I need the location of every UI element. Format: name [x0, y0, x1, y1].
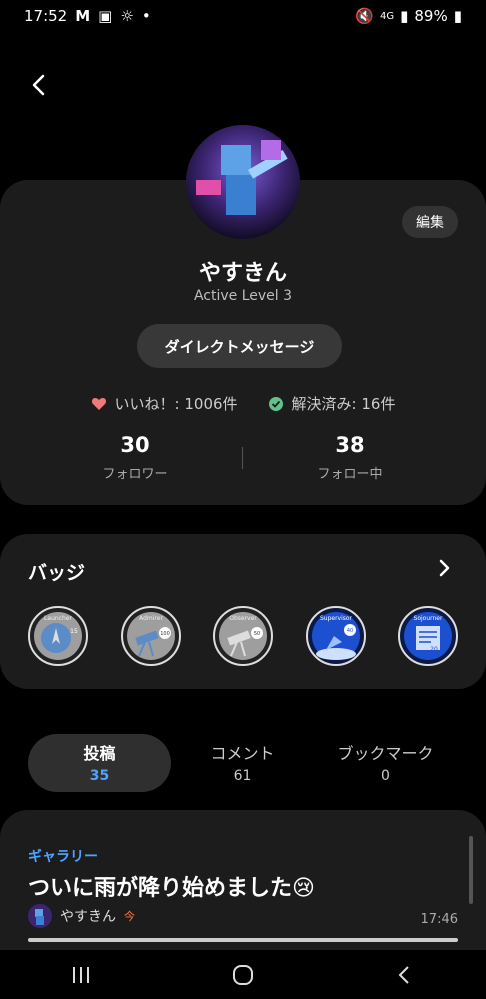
- profile-level: Active Level 3: [193, 288, 293, 304]
- followers-count: 30: [120, 433, 150, 457]
- badges-list: Launcher 15 Admirer 100 Observer 50 Supe…: [28, 606, 460, 666]
- badge-launcher[interactable]: Launcher 15: [28, 606, 88, 666]
- following-label: フォロー中: [317, 467, 383, 482]
- scrollbar[interactable]: [469, 836, 473, 904]
- author-name: やすきん: [60, 909, 116, 925]
- solved-stat: 解決済み: 16件: [268, 393, 396, 414]
- badge-sojourner-name: Sojourner: [414, 615, 443, 622]
- tab-comments-label: コメント: [210, 744, 275, 763]
- edit-button[interactable]: 編集: [402, 206, 458, 238]
- status-time: 17:52: [24, 7, 68, 25]
- profile-stats: いいね！: 1006件 解決済み: 16件: [0, 393, 486, 414]
- badges-title: バッジ: [28, 562, 86, 584]
- followers-label: フォロワー: [102, 467, 168, 482]
- network-type: 4G: [380, 10, 395, 22]
- tab-posts-count: 35: [89, 768, 110, 784]
- tab-comments-count: 61: [233, 768, 252, 784]
- follow-divider: [242, 447, 243, 469]
- post-preview-edge: [28, 938, 458, 942]
- badge-sojourner-count: 20: [430, 646, 438, 653]
- post-time: 17:46: [420, 912, 458, 927]
- content-tabs: 投稿 35 コメント 61 ブックマーク 0: [0, 734, 486, 794]
- heart-icon: [91, 397, 106, 410]
- post-category: ギャラリー: [28, 849, 98, 865]
- author-avatar: [28, 904, 52, 928]
- post-title: ついに雨が降り始めました😢: [28, 876, 315, 901]
- badge-admirer-count: 100: [160, 631, 170, 637]
- following-count: 38: [335, 433, 365, 457]
- system-nav-bar: [0, 950, 486, 999]
- home-icon: [233, 964, 253, 985]
- likes-stat: いいね！: 1006件: [91, 393, 238, 414]
- chevron-right-icon: [439, 559, 450, 577]
- tab-comments[interactable]: コメント 61: [171, 734, 314, 792]
- badge-observer-name: Observer: [229, 615, 257, 622]
- badge-observer[interactable]: Observer 50: [213, 606, 273, 666]
- recents-icon: [73, 966, 89, 983]
- badge-admirer[interactable]: Admirer 100: [121, 606, 181, 666]
- system-back-button[interactable]: [385, 955, 425, 995]
- home-button[interactable]: [223, 955, 263, 995]
- badge-launcher-count: 15: [70, 628, 78, 635]
- battery-percent: 89%: [414, 7, 448, 25]
- tab-bookmarks-count: 0: [381, 768, 390, 784]
- profile-name: やすきん: [198, 261, 287, 286]
- back-button[interactable]: [24, 70, 54, 100]
- solved-text: 解決済み: 16件: [291, 395, 396, 413]
- dot-icon: •: [141, 7, 151, 25]
- likes-text: いいね！: 1006件: [114, 395, 238, 413]
- gmail-icon: M: [75, 7, 91, 25]
- new-tag: 今: [124, 910, 135, 923]
- tab-bookmarks-label: ブックマーク: [337, 744, 434, 763]
- badge-observer-count: 50: [254, 631, 260, 637]
- badge-supervisor-count: 40: [347, 628, 353, 634]
- badge-launcher-name: Launcher: [44, 615, 72, 622]
- badge-admirer-name: Admirer: [139, 615, 163, 622]
- tab-posts[interactable]: 投稿 35: [28, 734, 171, 792]
- direct-message-button[interactable]: ダイレクトメッセージ: [137, 324, 342, 368]
- recent-apps-button[interactable]: [61, 955, 101, 995]
- post-author: やすきん 今: [28, 904, 135, 928]
- profile-avatar[interactable]: [186, 125, 300, 239]
- battery-icon: ▮: [453, 7, 462, 25]
- following[interactable]: 38 フォロー中: [270, 433, 430, 482]
- badge-supervisor[interactable]: Supervisor 40: [306, 606, 366, 666]
- photo-icon: ▣: [98, 7, 113, 25]
- signal-icon: ▮: [400, 7, 409, 25]
- tab-posts-label: 投稿: [83, 744, 116, 763]
- badge-supervisor-name: Supervisor: [320, 615, 353, 622]
- chevron-left-icon: [32, 74, 45, 96]
- mute-icon: 🔇: [355, 7, 374, 25]
- badge-sojourner[interactable]: Sojourner 20: [398, 606, 458, 666]
- followers[interactable]: 30 フォロワー: [55, 433, 215, 482]
- badges-more-button[interactable]: [432, 556, 456, 580]
- tab-bookmarks[interactable]: ブックマーク 0: [314, 734, 457, 792]
- back-arrow-icon: [398, 965, 409, 984]
- weather-icon: ☼: [120, 7, 134, 25]
- status-bar: 17:52 M ▣ ☼ • 🔇 4G ▮ 89% ▮: [0, 0, 486, 32]
- check-circle-icon: [268, 396, 283, 411]
